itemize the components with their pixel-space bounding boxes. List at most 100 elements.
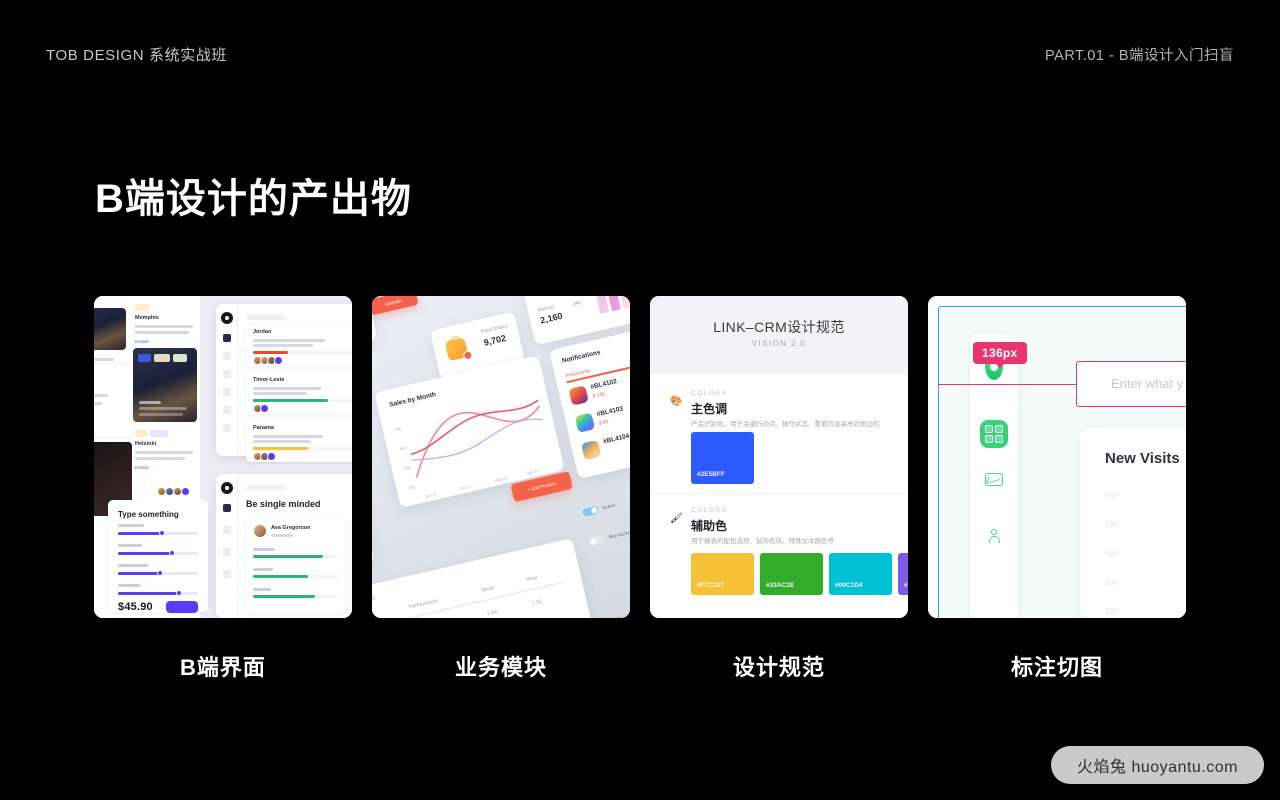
toggle-non-active[interactable] <box>588 534 606 547</box>
rail-icon[interactable] <box>223 526 231 534</box>
search-input[interactable] <box>246 485 286 490</box>
progress-fill <box>253 399 328 402</box>
app-logo-icon <box>221 312 233 324</box>
project-name: Jordan <box>253 329 272 335</box>
travel-card-link[interactable]: Details <box>135 465 149 470</box>
rail-icon[interactable] <box>223 504 231 512</box>
card-business-modules[interactable]: Upgrade Paid Orders 9,702 Total Orders 4… <box>372 296 630 618</box>
project-name: Timor-Leste <box>253 377 285 383</box>
card-b-end-interface[interactable]: Memphis Details Helsinki Details Type so… <box>94 296 352 618</box>
panel-rail <box>216 304 238 456</box>
slider-knob[interactable] <box>176 590 182 596</box>
swatch-secondary-hex: #00C1D4 <box>835 582 863 589</box>
metric-label <box>253 568 273 571</box>
swatch-secondary-hex: #7B5BE8 <box>904 582 908 589</box>
tag-chip <box>135 304 149 311</box>
slider-knob[interactable] <box>157 570 163 576</box>
user-icon[interactable] <box>988 529 1000 543</box>
avatar-more[interactable] <box>260 404 269 413</box>
measurement-line <box>938 384 1078 386</box>
grid-icon[interactable] <box>980 420 1008 448</box>
partial-card <box>94 380 134 436</box>
partial-line <box>94 394 108 397</box>
rail-icon[interactable] <box>223 424 231 432</box>
rail-icon[interactable] <box>223 334 231 342</box>
person-name: Ava Gregorson <box>271 525 311 531</box>
products-table-card <box>372 538 597 618</box>
divider <box>650 373 908 374</box>
slider-label <box>118 584 140 587</box>
photo-chip <box>154 354 170 362</box>
rail-icon[interactable] <box>223 352 231 360</box>
photo-caption-line <box>139 413 183 416</box>
search-input[interactable]: Enter what y <box>1076 361 1186 407</box>
slider-knob[interactable] <box>169 550 175 556</box>
section-heading-secondary: 辅助色 <box>691 519 728 533</box>
slider-fill <box>118 592 179 595</box>
spec-doc-title: LINK–CRM设计规范 <box>713 319 845 335</box>
bar-chart-card <box>372 448 375 589</box>
slider-label <box>118 524 144 527</box>
buy-button[interactable] <box>166 601 198 613</box>
text-line <box>253 440 311 443</box>
card-caption-b-end-interface: B端界面 <box>180 655 266 680</box>
card-caption-business-modules: 业务模块 <box>454 655 547 680</box>
progress-fill <box>253 351 288 354</box>
slider-fill <box>118 572 160 575</box>
text-line <box>135 325 193 328</box>
progress-fill <box>253 575 308 578</box>
text-line <box>253 387 321 390</box>
card-caption-design-spec: 设计规范 <box>732 655 825 680</box>
slider-knob[interactable] <box>159 530 165 536</box>
card-design-spec[interactable]: LINK–CRM设计规范 VISION 2.0 COLORS 🎨 主色调 产品识… <box>650 296 908 618</box>
y-axis-tick: 300 <box>1105 578 1119 587</box>
spec-doc-version: VISION 2.0 <box>751 339 807 348</box>
slider-fill <box>118 552 172 555</box>
text-line <box>271 534 293 537</box>
card-annotation-slicing[interactable]: 136px Enter what y New Visits 600 500 40… <box>928 296 1186 618</box>
slider-fill <box>118 532 162 535</box>
y-axis-tick: 400 <box>1105 549 1119 558</box>
section-kicker-secondary: COLORS <box>691 507 728 514</box>
travel-card-link[interactable]: Details <box>135 339 149 344</box>
social-panel-heading: Be single minded <box>246 499 321 509</box>
metric-label <box>253 548 275 551</box>
card-thumbnail-design-spec: LINK–CRM设计规范 VISION 2.0 COLORS 🎨 主色调 产品识… <box>650 296 908 618</box>
watermark-text: 火焰兔 huoyantu.com <box>1077 759 1238 776</box>
panel-rail <box>216 474 238 618</box>
palette-icon: 🎨 <box>670 396 683 407</box>
rail-icon[interactable] <box>223 570 231 578</box>
toggle-non-active-label: Non Active <box>608 529 630 541</box>
partial-line <box>94 402 102 405</box>
swatch-primary: #2E5BFF <box>691 432 754 484</box>
avatar-more[interactable] <box>274 356 283 365</box>
tag-chip <box>135 430 147 437</box>
rail-icon[interactable] <box>223 370 231 378</box>
tag-chip <box>150 430 168 437</box>
toggle-active[interactable] <box>581 505 600 517</box>
travel-card-title: Helsinki <box>135 441 157 447</box>
search-input-placeholder: Enter what y <box>1111 376 1184 391</box>
upgrade-button[interactable]: Upgrade <box>372 296 419 316</box>
rail-icon[interactable] <box>223 406 231 414</box>
slider-label <box>118 564 148 567</box>
swatch-secondary: #F7C137 <box>691 553 754 595</box>
watermark: 火焰兔 huoyantu.com <box>1051 746 1264 784</box>
avatar-more[interactable] <box>181 487 190 496</box>
mail-icon[interactable] <box>985 473 1003 486</box>
avatar-more[interactable] <box>267 452 276 461</box>
photo-caption-line <box>139 401 161 404</box>
section-kicker-primary: COLORS <box>691 390 728 397</box>
metric-label <box>253 588 271 591</box>
y-axis-tick: 500 <box>1105 520 1119 529</box>
page-title: B端设计的产出物 <box>95 177 412 221</box>
progress-fill <box>253 595 315 598</box>
travel-card-title: Memphis <box>135 315 159 321</box>
rail-icon[interactable] <box>223 388 231 396</box>
slider-panel-heading: Type something <box>118 510 179 519</box>
card-caption-annotation-slicing: 标注切图 <box>1010 655 1103 680</box>
rail-icon[interactable] <box>223 548 231 556</box>
search-input[interactable] <box>246 315 286 320</box>
slider-label <box>118 544 142 547</box>
y-axis-tick: 200 <box>1105 607 1119 616</box>
